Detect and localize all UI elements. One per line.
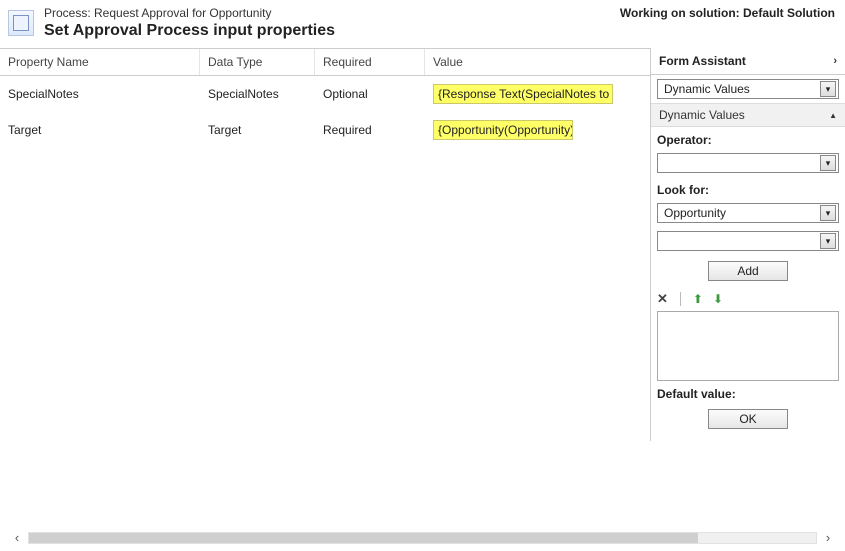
select-value: Dynamic Values — [664, 82, 750, 96]
page-title: Set Approval Process input properties — [44, 22, 837, 40]
row-data-type: SpecialNotes — [200, 83, 315, 105]
operator-label: Operator: — [651, 127, 845, 149]
scroll-track[interactable] — [28, 532, 817, 544]
grid-header: Property Name Data Type Required Value — [0, 48, 650, 76]
dynamic-values-top-select[interactable]: Dynamic Values ▾ — [657, 79, 839, 99]
value-input[interactable]: {Response Text(SpecialNotes to Manager)} — [433, 84, 613, 104]
dynamic-values-list[interactable] — [657, 311, 839, 381]
col-required[interactable]: Required — [315, 49, 425, 75]
row-property-name: Target — [0, 119, 200, 141]
chevron-right-icon: › — [833, 55, 837, 67]
chevron-down-icon: ▾ — [820, 155, 836, 171]
col-value[interactable]: Value — [425, 49, 650, 75]
scroll-left-button[interactable]: ‹ — [8, 530, 26, 545]
table-row[interactable]: SpecialNotes SpecialNotes Optional {Resp… — [0, 76, 650, 112]
row-required: Optional — [315, 83, 425, 105]
dynamic-values-section-header[interactable]: Dynamic Values ▲ — [651, 103, 845, 127]
operator-select[interactable]: ▾ — [657, 153, 839, 173]
row-property-name: SpecialNotes — [0, 83, 200, 105]
divider — [680, 292, 681, 306]
process-icon — [8, 10, 34, 36]
col-property-name[interactable]: Property Name — [0, 49, 200, 75]
chevron-down-icon: ▾ — [820, 205, 836, 221]
scroll-right-button[interactable]: › — [819, 530, 837, 545]
chevron-down-icon: ▾ — [820, 81, 836, 97]
chevron-down-icon: ▾ — [820, 233, 836, 249]
form-assistant-title: Form Assistant — [659, 54, 746, 68]
look-for-label: Look for: — [651, 177, 845, 199]
row-required: Required — [315, 119, 425, 141]
move-down-icon[interactable]: ⬇ — [713, 292, 723, 306]
col-data-type[interactable]: Data Type — [200, 49, 315, 75]
process-label-prefix: Process: — [44, 6, 94, 20]
working-on-prefix: Working on solution: — [620, 6, 743, 20]
form-assistant-header[interactable]: Form Assistant › — [651, 48, 845, 75]
process-name: Request Approval for Opportunity — [94, 6, 271, 20]
add-button[interactable]: Add — [708, 261, 788, 281]
horizontal-scrollbar[interactable]: ‹ › — [8, 530, 837, 545]
section-title: Dynamic Values — [659, 108, 745, 122]
value-input[interactable]: {Opportunity(Opportunity)} — [433, 120, 573, 140]
remove-icon[interactable]: ✕ — [657, 291, 668, 307]
row-value-cell[interactable]: {Response Text(SpecialNotes to Manager)} — [425, 80, 650, 108]
row-data-type: Target — [200, 119, 315, 141]
move-up-icon[interactable]: ⬆ — [693, 292, 703, 306]
working-on-solution: Working on solution: Default Solution — [620, 6, 835, 20]
select-value: Opportunity — [664, 206, 726, 220]
collapse-icon: ▲ — [829, 111, 837, 120]
look-for-field-select[interactable]: ▾ — [657, 231, 839, 251]
solution-name: Default Solution — [743, 6, 835, 20]
default-value-label: Default value: — [651, 381, 845, 403]
table-row[interactable]: Target Target Required {Opportunity(Oppo… — [0, 112, 650, 148]
scroll-thumb[interactable] — [29, 533, 698, 543]
row-value-cell[interactable]: {Opportunity(Opportunity)} — [425, 116, 650, 144]
look-for-entity-select[interactable]: Opportunity ▾ — [657, 203, 839, 223]
ok-button[interactable]: OK — [708, 409, 788, 429]
